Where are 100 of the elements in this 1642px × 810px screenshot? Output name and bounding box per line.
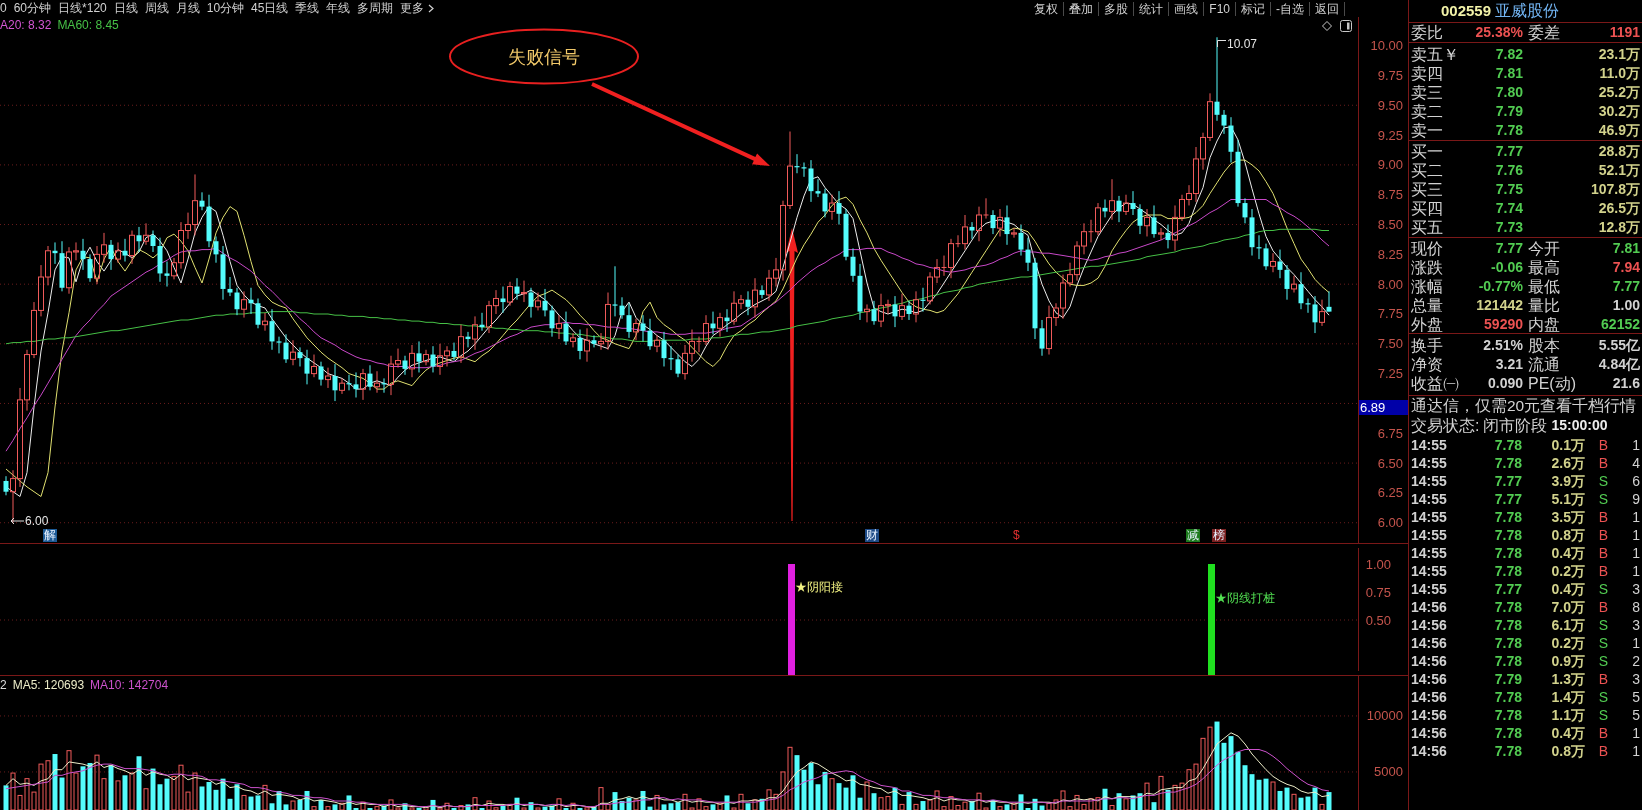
order-volume: 28.8万: [1598, 141, 1640, 161]
order-level-label: 买四: [1411, 198, 1443, 218]
tick-price: 7.77: [1494, 472, 1522, 490]
tick-count: 1: [1632, 742, 1640, 760]
quote-label: 委比: [1411, 23, 1443, 42]
event-marker[interactable]: 减: [1186, 529, 1200, 542]
tick-volume: 1.4万: [1551, 688, 1585, 706]
candlestick: [647, 318, 653, 351]
toolbar-button[interactable]: 多股: [1099, 1, 1135, 16]
candlestick: [1123, 194, 1129, 216]
price-axis-label: 8.00: [1377, 276, 1403, 292]
price-axis-label: 9.25: [1377, 127, 1403, 143]
toolbar-button[interactable]: 统计: [1134, 1, 1170, 16]
tick-side: S: [1598, 634, 1608, 652]
tick-price: 7.78: [1494, 526, 1522, 544]
period-tab[interactable]: 季线: [295, 0, 320, 17]
signal-label: ★阴线打桩: [1215, 591, 1275, 605]
tick-volume: 1.1万: [1551, 706, 1585, 724]
tick-time: 14:56: [1411, 706, 1447, 724]
candlestick: [451, 342, 457, 362]
tick-count: 2: [1632, 652, 1640, 670]
period-tab[interactable]: 年线: [326, 0, 351, 17]
tick-volume: 3.5万: [1551, 508, 1585, 526]
tick-count: 4: [1632, 454, 1640, 472]
toolbar-button[interactable]: 返回: [1310, 1, 1345, 16]
period-tab[interactable]: 周线: [144, 0, 169, 17]
tick-volume: 0.1万: [1551, 436, 1585, 454]
tick-side: B: [1598, 454, 1608, 472]
tick-price: 7.78: [1494, 742, 1522, 760]
candlestick: [199, 191, 205, 211]
low-price-label: 6.00: [25, 514, 49, 528]
candlestick: [1004, 204, 1010, 246]
promo-banner[interactable]: 通达信，仅需20元查看千档行情: [1411, 396, 1637, 416]
candlestick: [990, 209, 996, 235]
toolbar-button[interactable]: 标记: [1236, 1, 1271, 16]
order-level-label: 买二: [1411, 160, 1443, 180]
legend-value: MA5: 120693: [12, 678, 85, 692]
period-tab[interactable]: 日线*120: [58, 0, 107, 17]
event-marker[interactable]: 榜: [1212, 529, 1226, 542]
candlestick: [1277, 249, 1283, 279]
quote-value: 25.38%: [1475, 23, 1523, 42]
legend-value: 2: [0, 678, 7, 692]
candlestick: [269, 308, 275, 351]
tick-side: B: [1598, 436, 1608, 454]
indicator-axis-label: 1.00: [1365, 556, 1391, 572]
tick-volume: 1.3万: [1551, 670, 1585, 688]
toolbar-button[interactable]: -自选: [1271, 1, 1310, 16]
event-marker[interactable]: $: [1012, 529, 1021, 542]
candlestick: [325, 367, 331, 389]
candlestick: [416, 340, 422, 373]
toolbar-button[interactable]: 叠加: [1064, 1, 1100, 16]
candlestick: [500, 286, 506, 314]
toolbar-button[interactable]: F10: [1204, 1, 1236, 16]
tick-count: 1: [1632, 724, 1640, 742]
order-price: 7.75: [1495, 179, 1523, 199]
candlestick: [864, 303, 870, 323]
tick-count: 1: [1632, 508, 1640, 526]
event-marker[interactable]: 财: [865, 529, 879, 542]
tick-price: 7.78: [1494, 454, 1522, 472]
quote-label: 现价: [1411, 238, 1443, 258]
period-tab[interactable]: 60分钟: [13, 0, 52, 17]
candlestick: [759, 284, 765, 299]
candlestick: [556, 314, 562, 340]
candlestick: [808, 159, 814, 203]
tick-side: B: [1598, 526, 1608, 544]
tick-time: 14:55: [1411, 490, 1447, 508]
price-axis-label: 9.75: [1377, 67, 1403, 83]
legend-value: A20: 8.32: [0, 18, 52, 32]
candlestick: [997, 208, 1003, 237]
toolbar-button[interactable]: 复权: [1029, 1, 1065, 16]
more-button[interactable]: 更多: [400, 0, 435, 17]
candlestick: [612, 265, 618, 317]
order-volume: 12.8万: [1598, 217, 1640, 237]
candlestick: [752, 277, 758, 319]
candlestick: [1130, 190, 1136, 216]
toolbar-button[interactable]: 画线: [1169, 1, 1205, 16]
period-tab[interactable]: 0: [0, 0, 7, 17]
period-tab[interactable]: 多周期: [357, 0, 394, 17]
tick-count: 1: [1632, 544, 1640, 562]
candlestick: [745, 290, 751, 316]
candlestick: [570, 332, 576, 348]
diamond-icon[interactable]: [1322, 21, 1332, 31]
tick-time: 14:56: [1411, 688, 1447, 706]
tick-price: 7.77: [1494, 490, 1522, 508]
order-level-label: 买一: [1411, 141, 1443, 161]
panel-toggle-icon[interactable]: [1340, 20, 1352, 32]
candlestick: [815, 178, 821, 198]
candlestick: [892, 295, 898, 328]
period-tab[interactable]: 日线: [113, 0, 138, 17]
period-tab[interactable]: 45日线: [251, 0, 289, 17]
candlestick: [1109, 178, 1115, 221]
period-tab[interactable]: 10分钟: [206, 0, 245, 17]
candlestick: [108, 239, 114, 271]
candlestick: [1137, 203, 1143, 235]
period-tab[interactable]: 月线: [175, 0, 200, 17]
order-level-label: 卖一: [1411, 120, 1443, 140]
event-marker[interactable]: 解: [43, 529, 57, 542]
candlestick: [262, 312, 268, 332]
price-axis-label: 7.25: [1377, 366, 1403, 382]
candlestick: [675, 354, 681, 378]
